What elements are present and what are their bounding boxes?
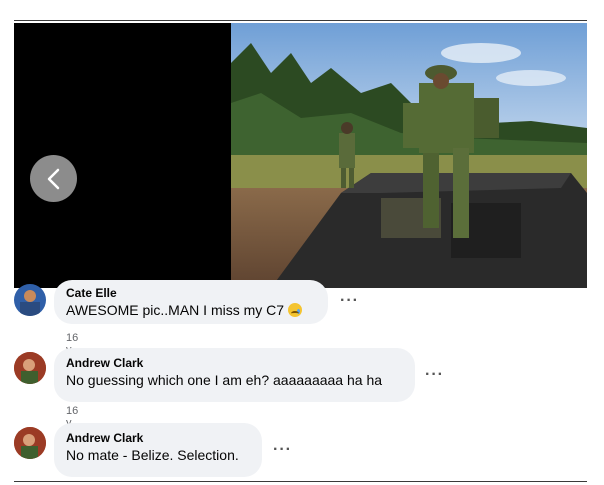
avatar[interactable] [14, 352, 46, 384]
comment-text: No guessing which one I am eh? aaaaaaaaa… [66, 372, 383, 388]
more-options-button[interactable]: ··· [340, 292, 359, 310]
avatar[interactable] [14, 284, 46, 316]
bottom-divider [14, 481, 587, 482]
previous-button[interactable] [30, 155, 77, 202]
photo-viewer [14, 23, 587, 288]
post-photo[interactable] [231, 23, 587, 288]
avatar[interactable] [14, 427, 46, 459]
crying-face-icon [288, 303, 303, 317]
more-options-button[interactable]: ··· [273, 441, 292, 459]
comment-author[interactable]: Andrew Clark [66, 431, 250, 446]
comment-author[interactable]: Andrew Clark [66, 356, 403, 371]
comment-bubble: Cate Elle AWESOME pic..MAN I miss my C7 [54, 280, 328, 324]
comment-author[interactable]: Cate Elle [66, 286, 316, 301]
comment-text: AWESOME pic..MAN I miss my C7 [66, 301, 316, 320]
comment-bubble: Andrew Clark No guessing which one I am … [54, 348, 415, 402]
comment-bubble: Andrew Clark No mate - Belize. Selection… [54, 423, 262, 477]
comment-text: No mate - Belize. Selection. [66, 447, 239, 463]
top-divider [14, 20, 587, 21]
chevron-left-icon [47, 168, 59, 189]
more-options-button[interactable]: ··· [425, 366, 444, 384]
